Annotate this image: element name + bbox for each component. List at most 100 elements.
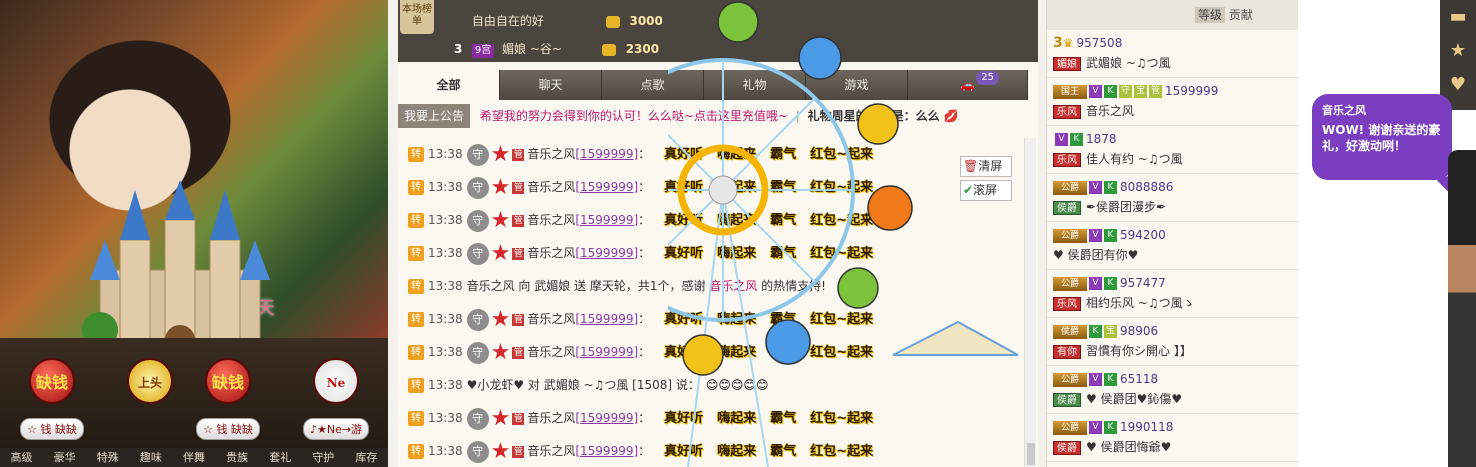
retweet-badge[interactable]: 转 [408,147,424,162]
chat-user-id[interactable]: [1599999] [575,213,638,227]
retweet-badge[interactable]: 转 [408,378,424,393]
user-row-top: V K 1878 [1053,129,1298,149]
user-row[interactable]: 3♛ 957508 媚娘 武媚娘 ~♫つ風 [1047,30,1298,78]
tab-song-request[interactable]: 点歌 [602,70,704,100]
user-id[interactable]: 8088886 [1120,180,1173,194]
chat-message: 转 13:38 守 ★ 管音乐之风[1599999]： 真好听 嗨起来 霸气 红包~起来 [398,402,1024,435]
chat-username[interactable]: 音乐之风 [527,246,575,260]
clear-screen-button[interactable]: 🗑清屏 [960,156,1012,177]
rank-list-tab[interactable]: 本场榜单 [400,0,434,34]
gift-item[interactable]: 缺钱 ☆ 钱 缺缺 [12,358,92,440]
retweet-badge[interactable]: 转 [408,246,424,261]
user-nickname[interactable]: 武媚娘 ~♫つ風 [1086,56,1171,70]
tab-all[interactable]: 全部 [398,70,500,100]
rank-name[interactable]: 媚娘 ~谷~ [502,38,598,60]
chat-username[interactable]: 音乐之风 [527,411,575,425]
colon: ： [638,345,651,359]
chat-scrollbar[interactable] [1024,138,1036,467]
user-nickname[interactable]: ♥ 侯爵团♥鈊傷♥ [1086,392,1182,406]
user-id[interactable]: 1990118 [1120,420,1173,434]
gift-item[interactable]: Ne ♪★Ne→游 [296,358,376,440]
user-row[interactable]: 公爵 V K 8088886 侯爵 ✒侯爵团漫步✒ [1047,174,1298,222]
gift-item[interactable]: 上头 [110,358,190,438]
scrollbar-thumb[interactable] [1027,443,1035,465]
star-icon[interactable]: ★ [1440,34,1476,68]
user-row[interactable]: 公爵 V K 957477 乐风 相约乐风 ~♫つ風ゝ [1047,270,1298,318]
chat-username[interactable]: 音乐之风 [527,444,575,458]
sort-by-level[interactable]: 等级 [1195,7,1226,23]
retweet-badge[interactable]: 转 [408,444,424,459]
retweet-badge[interactable]: 转 [408,213,424,228]
menu-icon[interactable]: ▬ [1440,0,1476,34]
user-id[interactable]: 957508 [1077,36,1123,50]
user-row[interactable]: V K 1878 乐风 佳人有约 ~♫つ風 [1047,126,1298,174]
gift-tab[interactable]: 趣味 [129,448,172,467]
user-nickname[interactable]: 習慣有你シ開心 】】 [1086,344,1192,358]
user-row[interactable]: 侯爵 K 宝 98906 有你 習慣有你シ開心 】】 [1047,318,1298,366]
retweet-badge[interactable]: 转 [408,180,424,195]
user-nickname[interactable]: 佳人有约 ~♫つ風 [1086,152,1183,166]
user-id[interactable]: 1599999 [1165,84,1218,98]
cheer-word: 红包~起来 [810,246,874,261]
chat-username[interactable]: 音乐之风 [527,345,575,359]
gift-tab[interactable]: 伴舞 [172,448,215,467]
user-row-bottom: 媚娘 武媚娘 ~♫つ風 [1053,53,1298,73]
chat-username[interactable]: 音乐之风 [527,180,575,194]
announcement-text[interactable]: 希望我的努力会得到你的认可！么么哒~点击这里充值哦~ [480,109,788,123]
cheer-word: 真好听 [664,246,704,261]
user-row-top: 3♛ 957508 [1053,33,1298,53]
user-id[interactable]: 65118 [1120,372,1158,386]
fan-club-badge: 乐风 [1053,152,1081,167]
chat-user-id[interactable]: [1599999] [575,411,638,425]
auto-scroll-toggle[interactable]: ✔滚屏 [960,180,1012,201]
chat-username[interactable]: 音乐之风 [527,147,575,161]
gift-tab[interactable]: 库存 [345,448,388,467]
chat-username[interactable]: 音乐之风 [527,213,575,227]
chat-user-id[interactable]: [1599999] [575,147,638,161]
user-nickname[interactable]: 相约乐风 ~♫つ風ゝ [1086,296,1195,310]
chat-username[interactable]: 音乐之风 [527,312,575,326]
tab-games[interactable]: 游戏 [806,70,908,100]
chat-user-id[interactable]: [1599999] [575,444,638,458]
gift-tab[interactable]: 套礼 [259,448,302,467]
gift-tab[interactable]: 特殊 [86,448,129,467]
chat-user-id[interactable]: [1599999] [575,246,638,260]
user-row-bottom: 乐风 相约乐风 ~♫つ風ゝ [1053,293,1298,313]
user-nickname[interactable]: ✒侯爵团漫步✒ [1086,200,1166,214]
user-nickname[interactable]: 音乐之风 [1086,104,1134,118]
user-nickname[interactable]: ♥ 侯爵团有你♥ [1053,248,1138,262]
retweet-badge[interactable]: 转 [408,411,424,426]
cheer-word: 真好听 [664,180,704,195]
user-row[interactable]: 公爵 V K 1990118 侯爵 ♥ 侯爵团悔爺♥ [1047,414,1298,462]
user-nickname[interactable]: ♥ 侯爵团悔爺♥ [1086,440,1171,454]
gift-tab[interactable]: 豪华 [43,448,86,467]
noble-badge: 公爵 [1053,228,1087,243]
user-row[interactable]: 公爵 V K 65118 侯爵 ♥ 侯爵团♥鈊傷♥ [1047,366,1298,414]
chat-user-id[interactable]: [1599999] [575,345,638,359]
user-badge: K [1104,421,1117,434]
post-announcement-button[interactable]: 我要上公告 [398,104,471,128]
retweet-badge[interactable]: 转 [408,312,424,327]
user-row[interactable]: 国王 V K 守宝管 1599999 乐风 音乐之风 [1047,78,1298,126]
sort-by-contribution[interactable]: 贡献 [1229,8,1253,22]
tab-chat[interactable]: 聊天 [500,70,602,100]
gift-tab[interactable]: 守护 [302,448,345,467]
user-id[interactable]: 957477 [1120,276,1166,290]
chat-user-id[interactable]: [1599999] [575,180,638,194]
role-badge: 管 [512,313,525,326]
user-id[interactable]: 98906 [1120,324,1158,338]
colon: ： [638,180,651,194]
tab-gifts[interactable]: 礼物 [704,70,806,100]
gift-tab[interactable]: 贵族 [216,448,259,467]
system-message-user[interactable]: 音乐之风 [709,279,757,293]
rank-name[interactable]: 自由自在的好 [472,10,602,32]
chat-user-id[interactable]: [1599999] [575,312,638,326]
retweet-badge[interactable]: 转 [408,345,424,360]
retweet-badge[interactable]: 转 [408,279,424,294]
user-row[interactable]: 公爵 V K 594200 ♥ 侯爵团有你♥ [1047,222,1298,270]
gift-tab[interactable]: 高级 [0,448,43,467]
tab-car[interactable]: 🚗 25 [908,70,1028,100]
user-id[interactable]: 594200 [1120,228,1166,242]
gift-item[interactable]: 缺钱 ☆ 钱 缺缺 [188,358,268,440]
user-id[interactable]: 1878 [1086,132,1117,146]
